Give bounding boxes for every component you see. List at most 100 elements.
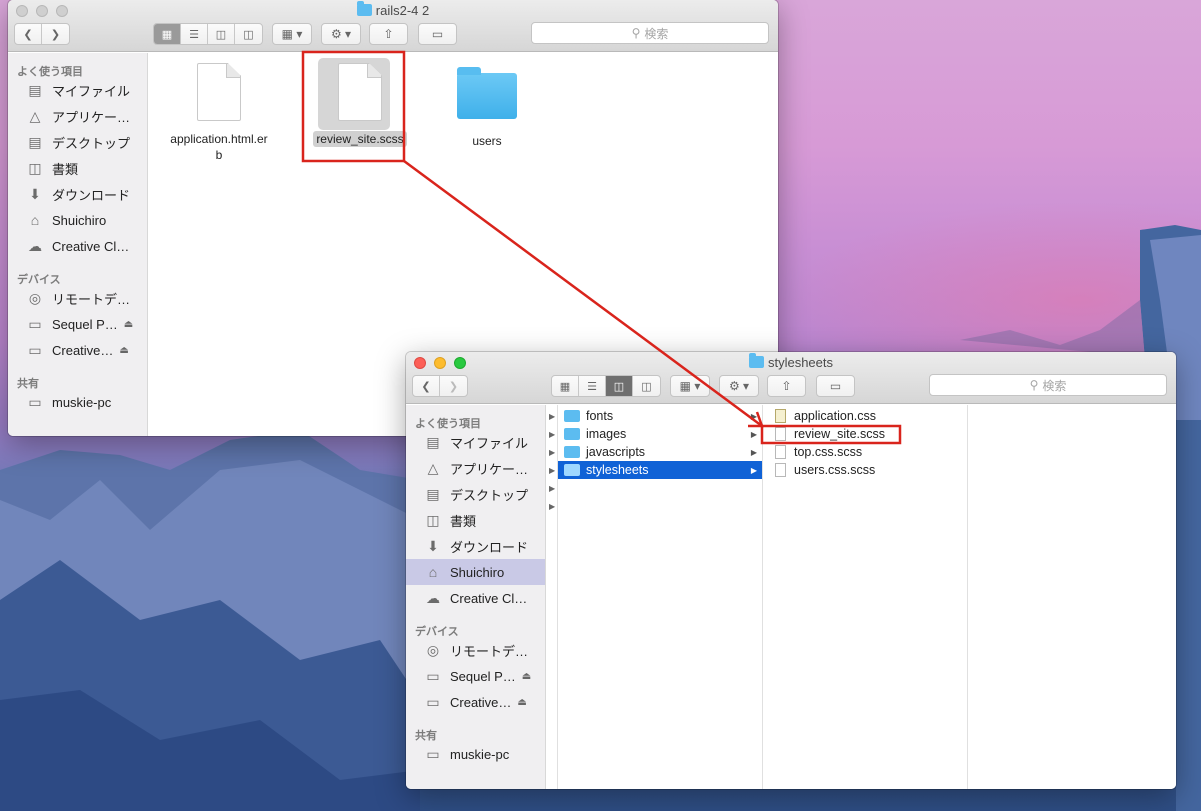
desktop-icon: ▤ (426, 485, 440, 502)
action-button[interactable]: ⚙ ▾ (719, 375, 759, 397)
sidebar-item-label: Shuichiro (450, 564, 505, 580)
column-row-images[interactable]: images ▶ (558, 425, 762, 443)
sidebar-item-label: ダウンロード (52, 187, 131, 203)
sidebar-item-muskie-pc[interactable]: ▭ muskie-pc (8, 389, 147, 415)
sidebar-item-creative-disk[interactable]: ▭ Creative… ⏏ (8, 337, 147, 363)
sidebar-item-sequel[interactable]: ▭ Sequel P… ⏏ (406, 663, 545, 689)
sidebar-item-home[interactable]: ⌂ Shuichiro (8, 207, 147, 233)
sidebar-item-downloads[interactable]: ⬇ ダウンロード (8, 181, 147, 207)
column-row-users-css-scss[interactable]: users.css.scss (769, 461, 967, 479)
forward-button[interactable]: ❯ (440, 376, 467, 396)
folder-icon (356, 1, 372, 16)
sidebar-item-creative-disk[interactable]: ▭ Creative… ⏏ (406, 689, 545, 715)
search-field[interactable]: ⚲ 検索 (929, 374, 1167, 396)
disclosure-arrow-icon[interactable]: ▶ (547, 479, 557, 497)
sidebar-item-muskie-pc[interactable]: ▭ muskie-pc (406, 741, 545, 767)
home-icon: ⌂ (428, 564, 438, 580)
folder-icon (564, 428, 580, 440)
coverflow-view-button[interactable]: ◫ (633, 376, 660, 396)
share-button[interactable]: ⇧ (767, 375, 806, 397)
sidebar-item-desktop[interactable]: ▤ デスクトップ (8, 129, 147, 155)
column-row-fonts[interactable]: fonts ▶ (558, 407, 762, 425)
coverflow-view-button[interactable]: ◫ (235, 24, 262, 44)
disclosure-arrow-icon[interactable]: ▶ (547, 497, 557, 515)
column-row-application-css[interactable]: application.css (769, 407, 967, 425)
search-field[interactable]: ⚲ 検索 (531, 22, 769, 44)
tags-button[interactable]: ▭ (418, 23, 457, 45)
search-placeholder: 検索 (1042, 378, 1067, 393)
sidebar-item-label: アプリケー… (52, 109, 131, 125)
sidebar-item-downloads[interactable]: ⬇ ダウンロード (406, 533, 545, 559)
folder-icon (564, 446, 580, 458)
arrange-button[interactable]: ▦ ▾ (272, 23, 312, 45)
sidebar-item-desktop[interactable]: ▤ デスクトップ (406, 481, 545, 507)
sidebar-section-devices: デバイス (415, 626, 459, 638)
sidebar-item-allfiles[interactable]: ▤ マイファイル (8, 77, 147, 103)
sidebar-item-label: 書類 (450, 513, 477, 529)
remote-disc-icon: ◎ (426, 641, 440, 658)
disclosure-arrow-icon[interactable]: ▶ (547, 443, 557, 461)
sidebar-item-creative-cloud[interactable]: ☁ Creative Cl… (406, 585, 545, 611)
sidebar-item-label: 書類 (52, 161, 79, 177)
applications-icon: △ (29, 107, 41, 124)
file-review-site-scss[interactable]: review_site.scss (305, 58, 415, 147)
sidebar-item-applications[interactable]: △ アプリケー… (406, 455, 545, 481)
folder-icon (457, 67, 517, 119)
window-title: rails2-4 2 (8, 1, 778, 18)
eject-icon[interactable]: ⏏ (119, 345, 128, 356)
download-icon: ⬇ (427, 537, 439, 554)
list-view-button[interactable]: ☰ (579, 376, 606, 396)
sidebar-section-favorites: よく使う項目 (17, 66, 83, 78)
home-icon: ⌂ (30, 212, 40, 228)
file-application-html-erb[interactable]: application.html.erb (164, 63, 274, 163)
disclosure-arrow-icon[interactable]: ▶ (547, 407, 557, 425)
sidebar-item-label: デスクトップ (450, 487, 529, 503)
tags-button[interactable]: ▭ (816, 375, 855, 397)
column-row-javascripts[interactable]: javascripts ▶ (558, 443, 762, 461)
folder-icon (564, 464, 580, 476)
remote-disc-icon: ◎ (28, 289, 42, 306)
applications-icon: △ (427, 459, 439, 476)
sidebar-item-home[interactable]: ⌂ Shuichiro (406, 559, 545, 585)
column-view-button[interactable]: ◫ (606, 376, 633, 396)
window-title: stylesheets (406, 353, 1176, 370)
file-name: users (472, 134, 502, 148)
disk-icon: ▭ (28, 341, 42, 358)
sidebar-item-remote-disc[interactable]: ◎ リモートデ… (406, 637, 545, 663)
list-view-button[interactable]: ☰ (181, 24, 208, 44)
chevron-right-icon: ▶ (750, 411, 757, 421)
folder-users[interactable]: users (432, 63, 542, 149)
column-row-stylesheets[interactable]: stylesheets ▶ (558, 461, 762, 479)
disclosure-arrow-icon[interactable]: ▶ (547, 425, 557, 443)
forward-button[interactable]: ❯ (42, 24, 69, 44)
sidebar-item-label: リモートデ… (450, 643, 529, 659)
sidebar-item-creative-cloud[interactable]: ☁ Creative Cl… (8, 233, 147, 259)
eject-icon[interactable]: ⏏ (522, 671, 531, 682)
file-name: review_site.scss (305, 131, 415, 147)
document-icon (775, 445, 786, 459)
column-row-review-site-scss[interactable]: review_site.scss (769, 425, 967, 443)
sidebar-item-documents[interactable]: ◫ 書類 (406, 507, 545, 533)
icon-view-button[interactable]: ▦ (154, 24, 181, 44)
arrange-button[interactable]: ▦ ▾ (670, 375, 710, 397)
back-button[interactable]: ❮ (413, 376, 440, 396)
sidebar-item-documents[interactable]: ◫ 書類 (8, 155, 147, 181)
back-button[interactable]: ❮ (15, 24, 42, 44)
column-parent: ▶ ▶ ▶ ▶ ▶ ▶ (547, 405, 558, 789)
sidebar-item-remote-disc[interactable]: ◎ リモートデ… (8, 285, 147, 311)
icon-view-button[interactable]: ▦ (552, 376, 579, 396)
sidebar-item-applications[interactable]: △ アプリケー… (8, 103, 147, 129)
eject-icon[interactable]: ⏏ (517, 697, 526, 708)
eject-icon[interactable]: ⏏ (124, 319, 133, 330)
documents-icon: ◫ (28, 159, 42, 176)
sidebar-item-label: マイファイル (52, 83, 131, 99)
sidebar-item-allfiles[interactable]: ▤ マイファイル (406, 429, 545, 455)
column-row-top-css-scss[interactable]: top.css.scss (769, 443, 967, 461)
sidebar-item-sequel[interactable]: ▭ Sequel P… ⏏ (8, 311, 147, 337)
action-button[interactable]: ⚙ ▾ (321, 23, 361, 45)
column-view-button[interactable]: ◫ (208, 24, 235, 44)
sidebar-section-shared: 共有 (415, 730, 437, 742)
computer-icon: ▭ (28, 393, 42, 410)
share-button[interactable]: ⇧ (369, 23, 408, 45)
disclosure-arrow-icon[interactable]: ▶ (547, 461, 557, 479)
